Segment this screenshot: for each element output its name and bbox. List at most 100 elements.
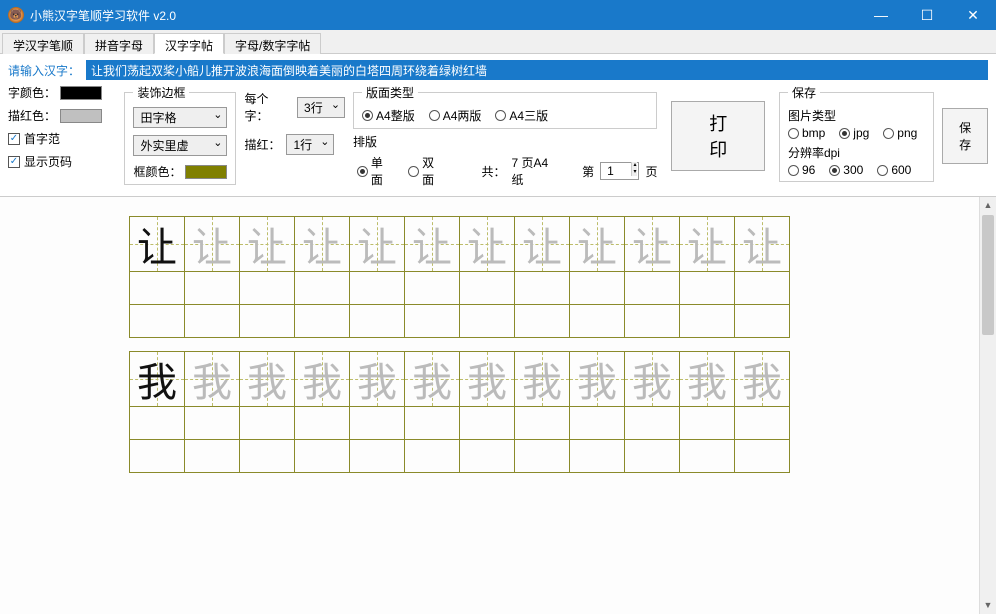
vertical-scrollbar[interactable]: ▲ ▼ [979,197,996,614]
imgtype-radio-1[interactable]: jpg [839,126,869,140]
line-style-select[interactable]: 外实里虚 [133,135,227,156]
page-spinner[interactable]: 1 [600,162,639,180]
dpi-radio-2[interactable]: 600 [877,163,911,177]
grid-cell [679,439,735,473]
stat-prefix: 共： [482,163,506,180]
grid-cell: 我 [184,351,240,407]
grid-cell: 我 [624,351,680,407]
maximize-button[interactable]: ☐ [904,0,950,30]
scrollbar-thumb[interactable] [982,215,994,335]
grid-cell: 让 [624,216,680,272]
imgtype-label: 图片类型 [788,107,925,124]
first-model-label: 首字范 [24,130,60,147]
grid-cell [679,304,735,338]
dpi-radio-1[interactable]: 300 [829,163,863,177]
grid-cell [679,271,735,305]
grid-cell [624,271,680,305]
imgtype-radio-0[interactable]: bmp [788,126,825,140]
layout-type-radio-1[interactable]: A4两版 [429,107,482,124]
arrange-radio-0[interactable]: 单面 [357,154,394,188]
save-button[interactable]: 保存 [942,108,988,164]
layout-type-radio-2[interactable]: A4三版 [495,107,548,124]
grid-cell: 我 [459,351,515,407]
frame-color-swatch[interactable] [185,165,227,179]
grid-block: 让让让让让让让让让让让让 [130,217,996,338]
grid-cell [459,271,515,305]
grid-block: 我我我我我我我我我我我我 [130,352,996,473]
print-button[interactable]: 打印 [671,101,764,171]
tab-0[interactable]: 学汉字笔顺 [2,33,84,54]
perchar-label: 每个字： [244,90,291,124]
grid-cell: 我 [734,351,790,407]
border-legend: 装饰边框 [133,84,189,101]
grid-cell [514,271,570,305]
grid-cell: 让 [404,216,460,272]
grid-cell [624,406,680,440]
grid-cell [184,406,240,440]
tab-2[interactable]: 汉字字帖 [154,33,224,54]
grid-cell: 让 [239,216,295,272]
grid-cell: 我 [404,351,460,407]
title-bar: 🐻 小熊汉字笔顺学习软件 v2.0 — ☐ ✕ [0,0,996,30]
grid-cell: 我 [294,351,350,407]
grid-cell [129,439,185,473]
first-model-checkbox[interactable] [8,133,20,145]
layout-type-radio-0[interactable]: A4整版 [362,107,415,124]
trace-rows-select[interactable]: 1行 [286,134,334,155]
scroll-up-icon[interactable]: ▲ [980,197,996,214]
page-suffix: 页 [645,163,657,180]
grid-cell [239,439,295,473]
grid-cell: 我 [239,351,295,407]
hanzi-input[interactable] [86,60,988,80]
grid-cell [569,439,625,473]
stat-value: 7 页A4纸 [512,154,559,188]
input-row: 请输入汉字： [0,54,996,84]
grid-cell: 我 [679,351,735,407]
grid-style-select[interactable]: 田字格 [133,107,227,128]
grid-cell [349,439,405,473]
minimize-button[interactable]: — [858,0,904,30]
toolbar: 字颜色： 描红色： 首字范 显示页码 装饰边框 田字格 外实里虚 框颜色： 每个… [0,84,996,196]
grid-cell: 让 [129,216,185,272]
grid-cell [349,406,405,440]
dpi-radio-0[interactable]: 96 [788,163,815,177]
grid-cell [404,271,460,305]
grid-cell [569,271,625,305]
imgtype-radio-2[interactable]: png [883,126,917,140]
input-label: 请输入汉字： [8,62,80,79]
grid-cell [184,439,240,473]
font-color-swatch[interactable] [60,86,102,100]
layout-type-legend: 版面类型 [362,84,418,101]
grid-cell [569,304,625,338]
tab-3[interactable]: 字母/数字字帖 [224,33,321,54]
grid-cell [734,439,790,473]
grid-cell [734,304,790,338]
grid-cell [184,304,240,338]
arrange-fieldset: 排版 单面双面 共： 7 页A4纸 第 1 页 [353,133,657,188]
grid-cell [734,271,790,305]
close-button[interactable]: ✕ [950,0,996,30]
grid-cell [349,271,405,305]
grid-cell: 我 [514,351,570,407]
trace-color-swatch[interactable] [60,109,102,123]
perchar-rows-select[interactable]: 3行 [297,97,345,118]
app-icon: 🐻 [8,7,24,23]
save-fieldset: 保存 图片类型 bmpjpgpng 分辨率dpi 96300600 [779,84,934,182]
frame-color-label: 框颜色： [133,163,181,180]
grid-cell: 让 [294,216,350,272]
grid-cell [239,271,295,305]
grid-cell [459,439,515,473]
grid-cell: 让 [679,216,735,272]
show-page-checkbox[interactable] [8,156,20,168]
grid-cell: 让 [514,216,570,272]
arrange-radio-1[interactable]: 双面 [408,154,445,188]
grid-cell [514,406,570,440]
trace-color-label: 描红色： [8,107,56,124]
tab-1[interactable]: 拼音字母 [84,33,154,54]
grid-cell: 让 [349,216,405,272]
grid-cell [679,406,735,440]
grid-cell [294,406,350,440]
scroll-down-icon[interactable]: ▼ [980,597,996,614]
grid-cell [294,271,350,305]
grid-cell [294,304,350,338]
